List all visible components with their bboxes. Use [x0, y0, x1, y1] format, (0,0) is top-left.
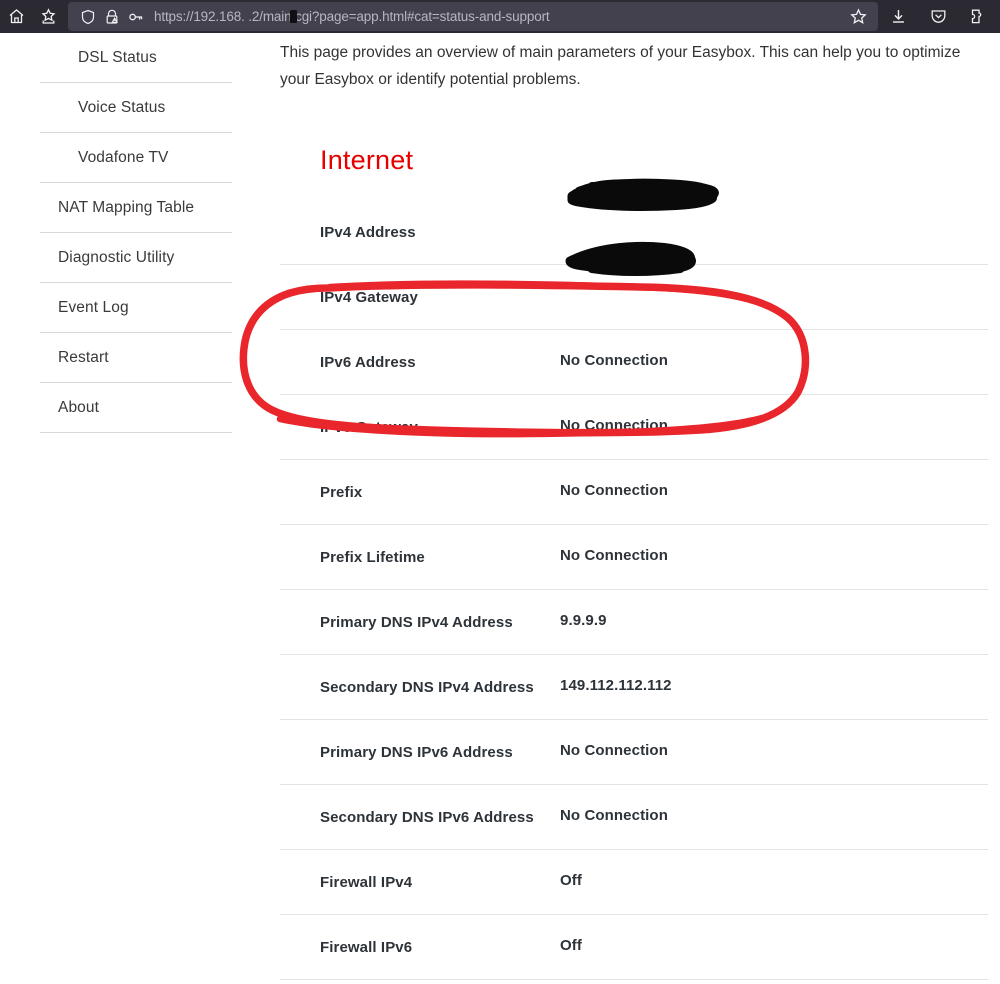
sidebar-item-restart[interactable]: Restart [40, 333, 232, 383]
table-row: IPv4 Address [280, 200, 988, 265]
sidebar-item-about[interactable]: About [40, 383, 232, 433]
row-value: No Connection [560, 742, 668, 759]
table-row: Firewall IPv4 Off [280, 850, 988, 915]
row-label: Secondary DNS IPv4 Address [320, 678, 534, 696]
main-content: This page provides an overview of main p… [280, 33, 988, 980]
table-row: IPv4 Gateway [280, 265, 988, 330]
browser-toolbar: https://192.168. .2/main.cgi?page=app.ht… [0, 0, 1000, 33]
row-label: Prefix [320, 483, 363, 501]
row-label: Primary DNS IPv4 Address [320, 613, 513, 631]
row-value [560, 222, 988, 242]
sidebar-item-event-log[interactable]: Event Log [40, 283, 232, 333]
sidebar-item-label: Diagnostic Utility [58, 248, 175, 266]
internet-status-table: IPv4 Address IPv4 Gateway IPv6 Address N… [280, 200, 988, 980]
sidebar-navigation: DSL Status Voice Status Vodafone TV NAT … [40, 33, 232, 433]
key-icon[interactable] [124, 5, 148, 29]
table-row: Primary DNS IPv4 Address 9.9.9.9 [280, 590, 988, 655]
pocket-icon[interactable] [918, 2, 958, 32]
url-text[interactable]: https://192.168. .2/main.cgi?page=app.ht… [154, 9, 550, 24]
table-row: Prefix No Connection [280, 460, 988, 525]
row-value: No Connection [560, 417, 668, 434]
sidebar-item-vodafone-tv[interactable]: Vodafone TV [40, 133, 232, 183]
url-bar[interactable]: https://192.168. .2/main.cgi?page=app.ht… [68, 2, 858, 31]
url-redaction-mark [290, 10, 297, 23]
row-value: 149.112.112.112 [560, 677, 672, 694]
row-label: Firewall IPv4 [320, 873, 413, 891]
table-row: Secondary DNS IPv4 Address 149.112.112.1… [280, 655, 988, 720]
row-label: Primary DNS IPv6 Address [320, 743, 513, 761]
row-value: No Connection [560, 482, 668, 499]
sidebar-item-dsl-status[interactable]: DSL Status [40, 33, 232, 83]
row-value: Off [560, 937, 582, 954]
row-label: Prefix Lifetime [320, 548, 425, 566]
row-label: IPv6 Gateway [320, 418, 418, 436]
download-icon[interactable] [878, 2, 918, 32]
row-value: No Connection [560, 807, 668, 824]
row-value: Off [560, 872, 582, 889]
bookmark-star-icon[interactable] [838, 2, 878, 31]
table-row: IPv6 Gateway No Connection [280, 395, 988, 460]
row-label: IPv4 Address [320, 223, 416, 241]
sidebar-item-label: DSL Status [78, 48, 157, 66]
row-label: IPv6 Address [320, 353, 416, 371]
sidebar-item-label: About [58, 398, 100, 416]
sidebar-item-label: Voice Status [78, 98, 166, 116]
row-label: Firewall IPv6 [320, 938, 413, 956]
row-label: IPv4 Gateway [320, 288, 418, 306]
page-description: This page provides an overview of main p… [280, 44, 961, 88]
row-label: Secondary DNS IPv6 Address [320, 808, 534, 826]
router-admin-page: DSL Status Voice Status Vodafone TV NAT … [0, 33, 1000, 984]
row-value [560, 287, 988, 307]
section-heading-internet: Internet [320, 145, 414, 175]
lock-warning-icon[interactable] [100, 5, 124, 29]
table-row: Secondary DNS IPv6 Address No Connection [280, 785, 988, 850]
shield-icon[interactable] [76, 5, 100, 29]
home-icon[interactable] [0, 2, 32, 32]
table-row: Primary DNS IPv6 Address No Connection [280, 720, 988, 785]
row-value: 9.9.9.9 [560, 612, 607, 629]
table-row: Firewall IPv6 Off [280, 915, 988, 980]
sidebar-item-label: NAT Mapping Table [58, 198, 195, 216]
sidebar-item-diagnostic-utility[interactable]: Diagnostic Utility [40, 233, 232, 283]
sidebar-item-label: Event Log [58, 298, 129, 316]
bookmarks-icon[interactable] [32, 2, 64, 32]
row-value: No Connection [560, 352, 668, 369]
sidebar-item-nat-mapping-table[interactable]: NAT Mapping Table [40, 183, 232, 233]
sidebar-item-label: Vodafone TV [78, 148, 169, 166]
row-value: No Connection [560, 547, 668, 564]
extension-icon[interactable] [958, 2, 998, 32]
sidebar-item-voice-status[interactable]: Voice Status [40, 83, 232, 133]
table-row: Prefix Lifetime No Connection [280, 525, 988, 590]
sidebar-item-label: Restart [58, 348, 109, 366]
toolbar-right-buttons [838, 0, 998, 33]
table-row: IPv6 Address No Connection [280, 330, 988, 395]
